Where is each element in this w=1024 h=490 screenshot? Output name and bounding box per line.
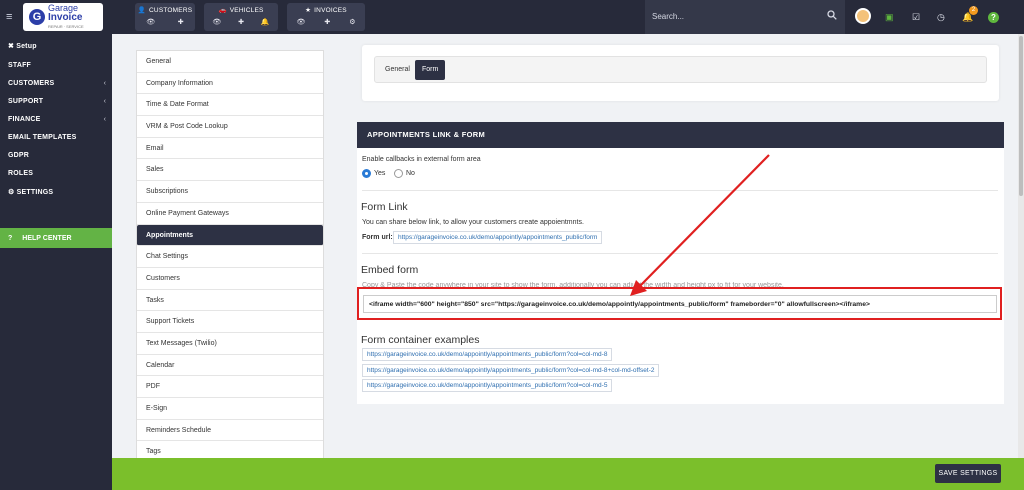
search-placeholder: Search... bbox=[652, 12, 685, 21]
settings-menu-email[interactable]: Email bbox=[137, 138, 323, 160]
settings-menu-customers[interactable]: Customers bbox=[137, 268, 323, 290]
help-center-button[interactable]: ? HELP CENTER bbox=[0, 228, 112, 248]
view-vehicles-icon[interactable]: 👁 bbox=[212, 18, 221, 26]
sidebar-item-email-templates[interactable]: EMAIL TEMPLATES bbox=[8, 134, 76, 141]
settings-menu-appointments[interactable]: Appointments bbox=[137, 224, 323, 247]
vehicle-alert-icon[interactable]: 🔔 bbox=[261, 18, 270, 26]
user-icon: 👤 bbox=[137, 7, 147, 14]
embed-form-title: Embed form bbox=[361, 264, 419, 276]
settings-menu-company-information[interactable]: Company Information bbox=[137, 73, 323, 95]
sidebar-setup[interactable]: ✖ Setup bbox=[8, 42, 37, 50]
logo-line2: Invoice bbox=[48, 11, 83, 23]
divider bbox=[362, 253, 998, 254]
embed-form-description: Copy & Paste the code anywhere in your s… bbox=[362, 282, 784, 289]
search-icon[interactable] bbox=[827, 10, 837, 20]
add-vehicle-icon[interactable]: ✚ bbox=[238, 18, 244, 26]
gear-icon: ⚙ bbox=[8, 189, 17, 196]
appointments-card: APPOINTMENTS LINK & FORM bbox=[357, 122, 1004, 404]
settings-menu-time-date-format[interactable]: Time & Date Format bbox=[137, 94, 323, 117]
vehicles-group: 🚗 VEHICLES 👁 ✚ 🔔 bbox=[204, 3, 278, 31]
sidebar-item-customers[interactable]: CUSTOMERS bbox=[8, 80, 54, 87]
card-title: APPOINTMENTS LINK & FORM bbox=[357, 122, 1004, 148]
settings-menu-general[interactable]: General bbox=[137, 51, 323, 73]
chevron-left-icon: ‹ bbox=[103, 98, 106, 105]
form-url-label: Form url: bbox=[362, 234, 393, 241]
settings-menu-text-messages[interactable]: Text Messages (Twilio) bbox=[137, 333, 323, 355]
page-scrollbar[interactable] bbox=[1018, 34, 1024, 458]
tab-general[interactable]: General bbox=[378, 60, 417, 80]
menu-toggle-icon[interactable]: ≡ bbox=[6, 11, 12, 23]
search-input[interactable]: Search... bbox=[645, 0, 845, 34]
logo-tagline: REPAIR · SERVICE bbox=[48, 23, 84, 29]
form-container-title: Form container examples bbox=[361, 334, 480, 346]
callbacks-label: Enable callbacks in external form area bbox=[362, 156, 481, 163]
sidebar-item-roles[interactable]: ROLES bbox=[8, 170, 33, 177]
settings-menu-e-sign[interactable]: E-Sign bbox=[137, 398, 323, 420]
sidebar-item-finance[interactable]: FINANCE bbox=[8, 116, 41, 123]
invoices-label: INVOICES bbox=[314, 6, 347, 14]
clock-icon[interactable]: ◷ bbox=[937, 12, 945, 23]
tab-form[interactable]: Form bbox=[415, 60, 446, 80]
car-icon: 🚗 bbox=[218, 7, 227, 14]
tabs-bar: General Form bbox=[374, 56, 987, 83]
sidebar-item-gdpr[interactable]: GDPR bbox=[8, 152, 29, 159]
example-link-1[interactable]: https://garageinvoice.co.uk/demo/appoint… bbox=[362, 348, 613, 361]
sidebar: ✖ Setup STAFF CUSTOMERS ‹ SUPPORT ‹ FINA… bbox=[0, 34, 112, 490]
callbacks-yes-radio[interactable] bbox=[362, 169, 371, 178]
view-customers-icon[interactable]: 👁 bbox=[146, 18, 155, 26]
scrollbar-thumb[interactable] bbox=[1019, 36, 1023, 196]
add-customer-icon[interactable]: ✚ bbox=[178, 18, 184, 26]
yes-label: Yes bbox=[374, 170, 386, 177]
vehicles-label: VEHICLES bbox=[229, 6, 264, 14]
settings-menu-subscriptions[interactable]: Subscriptions bbox=[137, 181, 323, 203]
callbacks-no-radio[interactable] bbox=[394, 169, 403, 178]
sidebar-item-staff[interactable]: STAFF bbox=[8, 62, 31, 69]
top-bar: ≡ G Garage Invoice REPAIR · SERVICE 👤 CUS… bbox=[0, 0, 1024, 34]
settings-menu-support-tickets[interactable]: Support Tickets bbox=[137, 311, 323, 333]
form-link-description: You can share below link, to allow your … bbox=[362, 219, 584, 226]
settings-menu-vrm-post-code[interactable]: VRM & Post Code Lookup bbox=[137, 116, 323, 138]
help-icon: ? bbox=[8, 234, 13, 242]
settings-menu: General Company Information Time & Date … bbox=[136, 50, 324, 465]
form-url-link[interactable]: https://garageinvoice.co.uk/demo/appoint… bbox=[393, 231, 603, 244]
tabs-panel: General Form bbox=[362, 45, 999, 101]
view-invoices-icon[interactable]: 👁 bbox=[296, 18, 305, 26]
settings-menu-tasks[interactable]: Tasks bbox=[137, 290, 323, 312]
settings-menu-reminders-schedule[interactable]: Reminders Schedule bbox=[137, 420, 323, 442]
settings-menu-payment-gateways[interactable]: Online Payment Gateways bbox=[137, 203, 323, 225]
close-icon: ✖ bbox=[8, 43, 17, 50]
settings-menu-chat-settings[interactable]: Chat Settings bbox=[137, 246, 323, 268]
customers-label: CUSTOMERS bbox=[149, 6, 193, 14]
no-label: No bbox=[406, 170, 415, 177]
notification-badge: 2 bbox=[969, 6, 978, 15]
bottom-bar bbox=[112, 458, 1024, 490]
chevron-left-icon: ‹ bbox=[103, 80, 106, 87]
app-logo[interactable]: G Garage Invoice REPAIR · SERVICE bbox=[23, 3, 103, 31]
help-question-icon[interactable]: ? bbox=[988, 12, 999, 23]
embed-code-textarea[interactable]: <iframe width="600" height="850" src="ht… bbox=[363, 295, 997, 313]
star-icon: ★ bbox=[305, 7, 312, 14]
settings-menu-calendar[interactable]: Calendar bbox=[137, 355, 323, 377]
sidebar-item-settings[interactable]: ⚙ SETTINGS bbox=[8, 188, 53, 196]
customers-group: 👤 CUSTOMERS 👁 ✚ bbox=[135, 3, 195, 31]
example-link-2[interactable]: https://garageinvoice.co.uk/demo/appoint… bbox=[362, 364, 660, 377]
example-link-3[interactable]: https://garageinvoice.co.uk/demo/appoint… bbox=[362, 379, 613, 392]
settings-menu-pdf[interactable]: PDF bbox=[137, 376, 323, 398]
form-link-title: Form Link bbox=[361, 201, 408, 213]
save-settings-button[interactable]: SAVE SETTINGS bbox=[935, 464, 1001, 483]
tasks-check-icon[interactable]: ☑ bbox=[912, 12, 920, 23]
user-avatar[interactable] bbox=[855, 8, 871, 24]
sidebar-item-support[interactable]: SUPPORT bbox=[8, 98, 43, 105]
chevron-left-icon: ‹ bbox=[103, 116, 106, 123]
add-invoice-icon[interactable]: ✚ bbox=[324, 18, 330, 26]
invoices-group: ★ INVOICES 👁 ✚ ⚙ bbox=[287, 3, 365, 31]
divider bbox=[362, 190, 998, 191]
timesheet-icon[interactable]: ▣ bbox=[885, 12, 894, 23]
invoice-settings-icon[interactable]: ⚙ bbox=[349, 18, 355, 26]
logo-mark-icon: G bbox=[29, 9, 45, 25]
settings-menu-sales[interactable]: Sales bbox=[137, 159, 323, 182]
